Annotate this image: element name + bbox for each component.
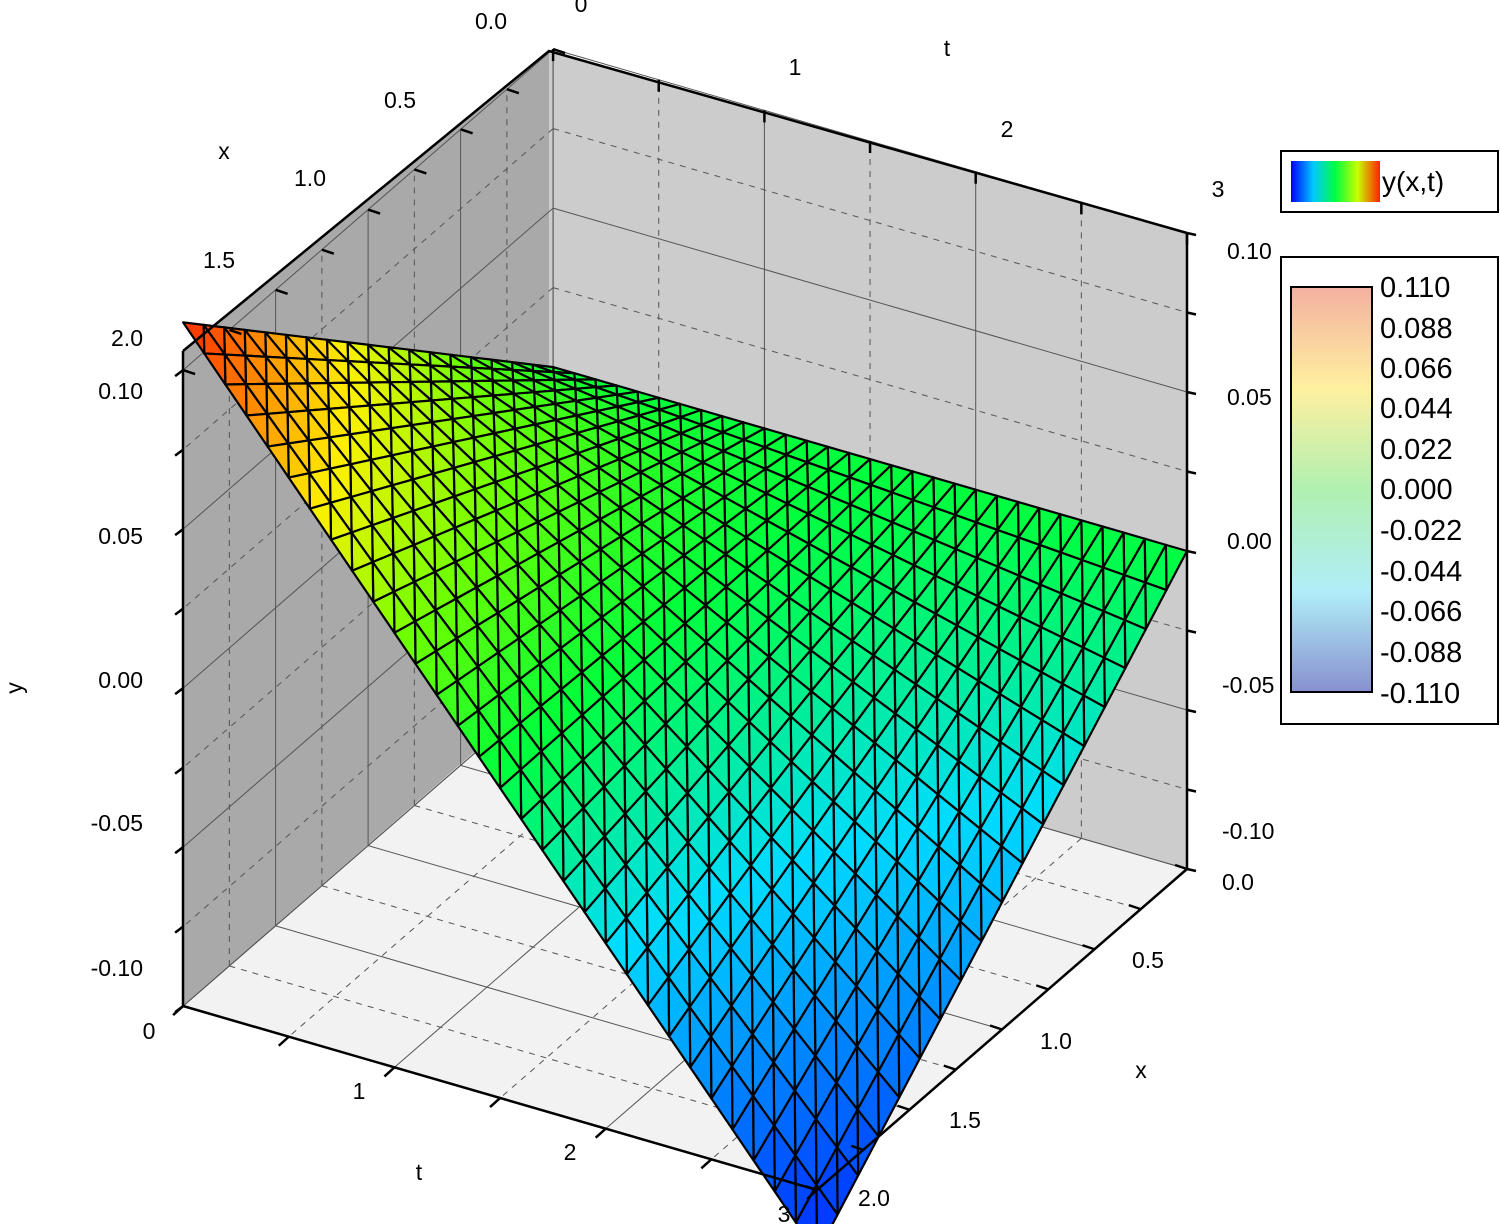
left-y-tick-2: 0.00: [98, 667, 143, 693]
bottom-t-tick-3: 3: [778, 1201, 791, 1224]
tick: [383, 1066, 396, 1078]
left-y-axis-title: y: [1, 682, 27, 694]
right-y-tick-2: 0.00: [1227, 528, 1272, 554]
tick: [1186, 470, 1197, 475]
tick: [1186, 311, 1197, 316]
left-y-tick-1: 0.05: [98, 523, 143, 549]
right-y-tick-4: -0.10: [1222, 818, 1274, 844]
colorbar-label-8: -0.066: [1380, 596, 1462, 628]
tick: [1186, 549, 1197, 555]
bottom-t-tick-1: 1: [353, 1078, 366, 1104]
left-y-tick-0: 0.10: [98, 378, 143, 404]
left-y-tick-3: -0.05: [91, 810, 143, 836]
colorbar-label-4: 0.022: [1380, 434, 1453, 466]
tick: [1186, 231, 1197, 237]
tick: [489, 1097, 501, 1108]
colorbar-label-10: -0.110: [1380, 678, 1460, 710]
left-x-tick-4: 2.0: [111, 325, 143, 351]
top-t-tick-1: 1: [789, 54, 802, 80]
left-y-tick-4: -0.10: [91, 955, 143, 981]
colorbar-label-2: 0.066: [1380, 353, 1453, 385]
top-t-tick-3: 3: [1212, 176, 1225, 202]
right-y-tick-0: 0.10: [1227, 238, 1272, 264]
colorbar-labels: 0.110 0.088 0.066 0.044 0.022 0.000 -0.0…: [1380, 272, 1462, 710]
right-y-tick-3: -0.05: [1222, 672, 1274, 698]
left-x-axis-title: x: [218, 138, 230, 164]
colorbar: 0.110 0.088 0.066 0.044 0.022 0.000 -0.0…: [1280, 256, 1499, 725]
top-t-axis-title: t: [944, 35, 951, 61]
tick: [1186, 708, 1197, 714]
tick: [172, 1005, 184, 1017]
right-x-tick-0: 0.0: [1222, 869, 1254, 895]
colorbar-label-0: 0.110: [1380, 272, 1450, 304]
left-x-tick-1: 0.5: [384, 87, 416, 113]
colorbar-label-7: -0.044: [1380, 556, 1462, 588]
right-x-tick-4: 2.0: [858, 1185, 890, 1211]
legend-swatch: [1291, 161, 1380, 202]
tick: [594, 1127, 607, 1139]
tick: [1186, 390, 1197, 396]
colorbar-gradient: [1290, 286, 1373, 693]
bottom-t-axis-title: t: [416, 1159, 423, 1185]
right-x-axis-title: x: [1135, 1057, 1147, 1083]
right-y-tick-1: 0.05: [1227, 384, 1272, 410]
bottom-t-tick-0: 0: [143, 1018, 156, 1044]
left-y-tick-labels: 0.10 0.05 0.00 -0.05 -0.10 y: [1, 378, 143, 981]
colorbar-label-5: 0.000: [1380, 474, 1453, 506]
top-t-tick-0: 0: [575, 0, 588, 17]
right-y-tick-labels: 0.10 0.05 0.00 -0.05 -0.10: [1222, 238, 1274, 844]
legend-series-name: y(x,t): [1382, 166, 1444, 197]
surface-plot: 0 1 2 3 t 0 1 2 3 t 0.0 0.5 1.0 1.5 2.0 …: [1, 0, 1499, 1224]
left-x-tick-0: 0.0: [475, 8, 507, 34]
colorbar-label-6: -0.022: [1380, 515, 1462, 547]
colorbar-label-9: -0.088: [1380, 637, 1462, 669]
right-x-tick-2: 1.0: [1040, 1028, 1072, 1054]
legend: y(x,t): [1280, 150, 1499, 213]
tick: [1186, 629, 1197, 634]
tick: [700, 1158, 713, 1170]
tick: [1186, 788, 1197, 793]
tick: [1186, 867, 1197, 873]
bottom-t-tick-2: 2: [564, 1139, 577, 1165]
colorbar-label-3: 0.044: [1380, 393, 1453, 425]
colorbar-label-1: 0.088: [1380, 313, 1453, 345]
right-x-tick-3: 1.5: [949, 1107, 981, 1133]
top-t-tick-2: 2: [1001, 116, 1014, 142]
right-x-tick-1: 0.5: [1132, 947, 1164, 973]
left-x-tick-2: 1.0: [294, 165, 326, 191]
tick: [277, 1035, 290, 1047]
left-x-tick-3: 1.5: [203, 247, 235, 273]
